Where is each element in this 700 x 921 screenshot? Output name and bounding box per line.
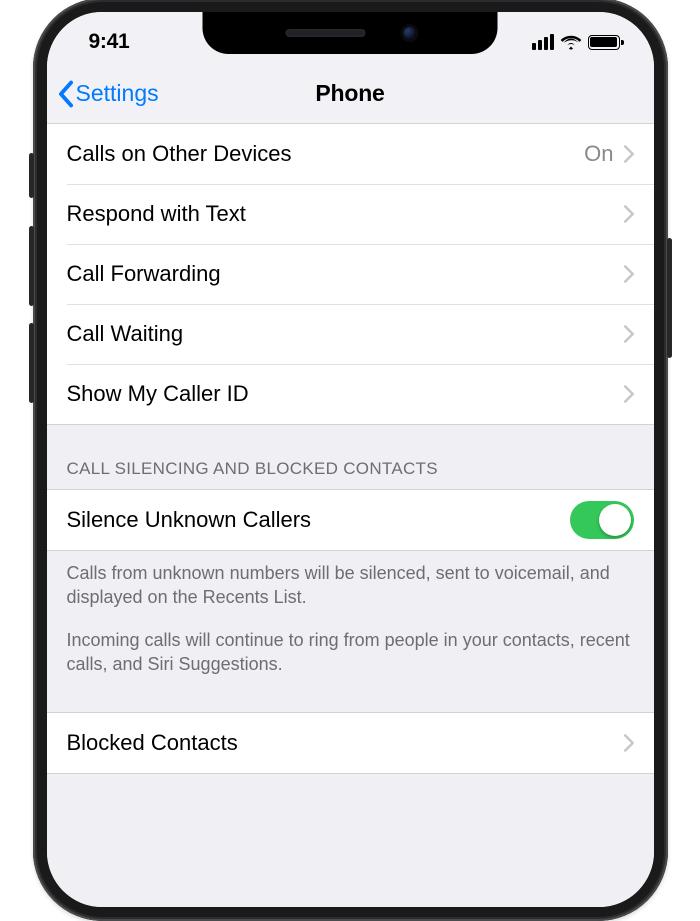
phone-frame: 9:41 Settings Phone [33,0,668,921]
volume-up-button [29,226,34,306]
volume-down-button [29,323,34,403]
chevron-right-icon [624,325,634,343]
back-label: Settings [76,80,159,107]
trailing-space [47,774,654,794]
nav-bar: Settings Phone [47,64,654,124]
blocked-group: Blocked Contacts [47,713,654,773]
battery-fill [590,37,617,47]
spacer [47,694,654,712]
row-label: Calls on Other Devices [67,141,585,167]
row-label: Call Waiting [67,321,624,347]
row-label: Show My Caller ID [67,381,624,407]
footer-paragraph-2: Incoming calls will continue to ring fro… [67,628,634,677]
row-label: Silence Unknown Callers [67,507,570,533]
row-respond-with-text[interactable]: Respond with Text [47,184,654,244]
chevron-right-icon [624,265,634,283]
row-show-my-caller-id[interactable]: Show My Caller ID [47,364,654,424]
chevron-right-icon [624,145,634,163]
row-blocked-contacts[interactable]: Blocked Contacts [47,713,654,773]
status-time: 9:41 [81,22,130,54]
row-label: Blocked Contacts [67,730,624,756]
cellular-signal-icon [532,34,554,50]
row-value: On [584,141,613,167]
row-silence-unknown-callers: Silence Unknown Callers [47,490,654,550]
row-label: Respond with Text [67,201,624,227]
chevron-right-icon [624,205,634,223]
screen: 9:41 Settings Phone [47,12,654,907]
chevron-right-icon [624,734,634,752]
chevron-left-icon [57,80,75,108]
row-label: Call Forwarding [67,261,624,287]
footer-paragraph-1: Calls from unknown numbers will be silen… [67,561,634,610]
row-call-forwarding[interactable]: Call Forwarding [47,244,654,304]
wifi-icon [560,34,582,50]
status-right [532,26,620,50]
notch [203,12,498,54]
silence-unknown-callers-switch[interactable] [570,501,634,539]
chevron-right-icon [624,385,634,403]
calls-group: Calls on Other Devices On Respond with T… [47,124,654,424]
battery-icon [588,35,620,50]
front-camera [403,27,415,39]
side-button [667,238,672,358]
row-call-waiting[interactable]: Call Waiting [47,304,654,364]
content-scroll[interactable]: Calls on Other Devices On Respond with T… [47,124,654,907]
back-button[interactable]: Settings [57,80,159,108]
section-footer: Calls from unknown numbers will be silen… [47,551,654,676]
row-calls-on-other-devices[interactable]: Calls on Other Devices On [47,124,654,184]
earpiece-speaker [285,29,365,37]
mute-switch [29,153,34,198]
section-header-silencing: CALL SILENCING AND BLOCKED CONTACTS [47,425,654,489]
switch-knob [599,504,631,536]
nav-title: Phone [315,80,384,107]
